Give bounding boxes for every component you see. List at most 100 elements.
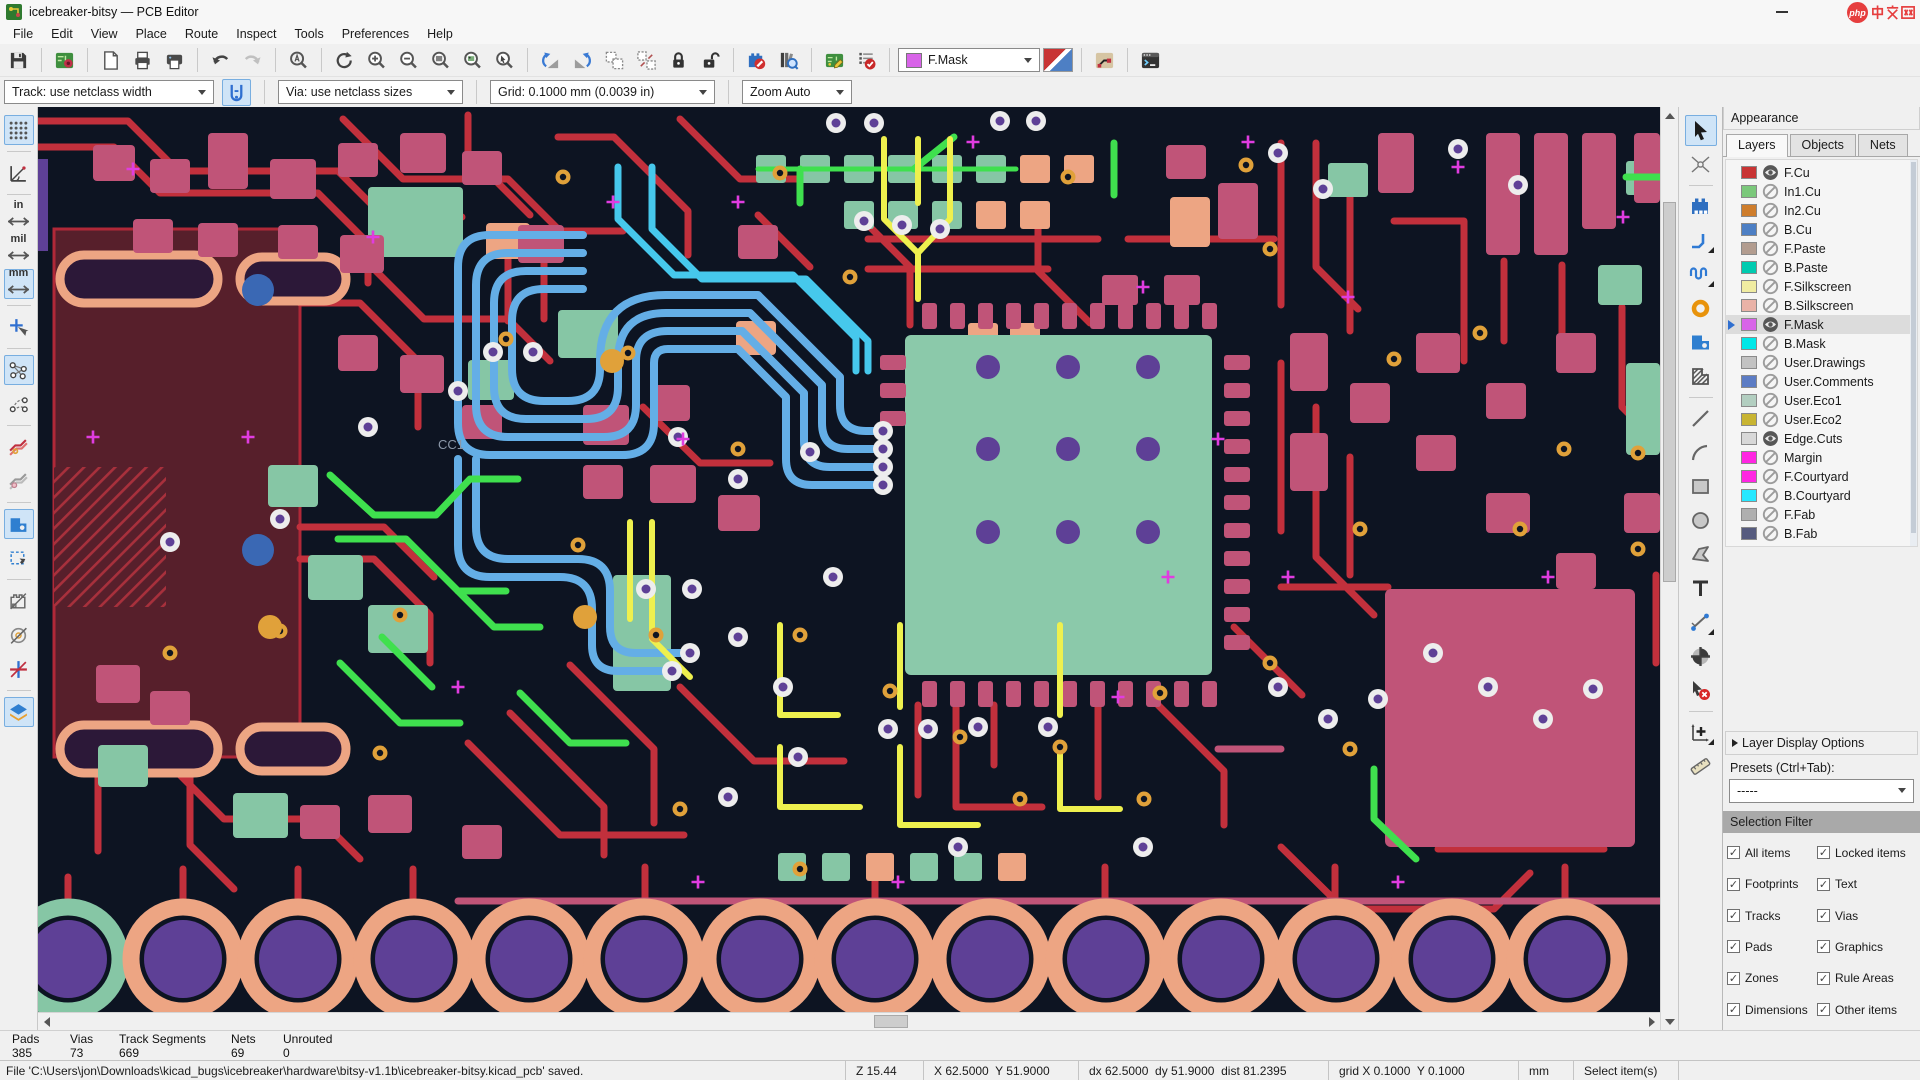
layer-color-swatch[interactable]	[1741, 451, 1757, 464]
route-tracks-tool-button[interactable]	[1685, 225, 1717, 256]
unlock-button[interactable]	[696, 47, 725, 74]
layer-color-swatch[interactable]	[1741, 223, 1757, 236]
layer-color-swatch[interactable]	[1741, 375, 1757, 388]
layer-color-swatch[interactable]	[1741, 413, 1757, 426]
layer-color-swatch[interactable]	[1741, 508, 1757, 521]
filter-checkbox-tracks[interactable]: ✓	[1727, 909, 1740, 923]
visibility-off-icon[interactable]	[1762, 297, 1779, 314]
crosshair-cursor-button[interactable]	[4, 312, 34, 342]
remove-unused-pads-button[interactable]	[742, 47, 771, 74]
layer-row-b-mask[interactable]: B.Mask	[1726, 334, 1917, 353]
layer-row-user-eco2[interactable]: User.Eco2	[1726, 410, 1917, 429]
visibility-off-icon[interactable]	[1762, 221, 1779, 238]
filter-checkbox-footprints[interactable]: ✓	[1727, 877, 1740, 891]
tab-layers[interactable]: Layers	[1726, 134, 1788, 157]
layer-list-scrollbar[interactable]	[1910, 160, 1917, 546]
layer-color-swatch[interactable]	[1741, 166, 1757, 179]
drill-origin-tool-button[interactable]	[1685, 641, 1717, 672]
active-layer-select[interactable]: F.Mask	[898, 48, 1040, 72]
library-browser-button[interactable]	[774, 47, 803, 74]
zoom-to-selection-button[interactable]	[490, 47, 519, 74]
menu-edit[interactable]: Edit	[42, 25, 82, 43]
visibility-off-icon[interactable]	[1762, 525, 1779, 542]
filter-checkbox-text[interactable]: ✓	[1817, 877, 1830, 891]
draw-circle-tool-button[interactable]	[1685, 505, 1717, 536]
tune-length-tool-button[interactable]	[1685, 259, 1717, 290]
delete-tool-button[interactable]	[1685, 675, 1717, 706]
visibility-off-icon[interactable]	[1762, 373, 1779, 390]
layer-display-options[interactable]: Layer Display Options	[1725, 730, 1918, 755]
layer-color-swatch[interactable]	[1741, 356, 1757, 369]
visibility-on-icon[interactable]	[1762, 430, 1779, 447]
group-button[interactable]	[600, 47, 629, 74]
units-mm-button[interactable]: mm	[3, 267, 34, 299]
filter-checkbox-dimensions[interactable]: ✓	[1727, 1003, 1740, 1017]
layer-row-user-drawings[interactable]: User.Drawings	[1726, 353, 1917, 372]
draw-rectangle-tool-button[interactable]	[1685, 471, 1717, 502]
layer-row-b-courtyard[interactable]: B.Courtyard	[1726, 486, 1917, 505]
show-ratsnest-button[interactable]	[3, 355, 34, 385]
filter-checkbox-graphics[interactable]: ✓	[1817, 940, 1830, 954]
sketch-pads-button[interactable]	[4, 620, 34, 650]
grid-toggle-button[interactable]	[3, 115, 34, 145]
layer-row-b-fab[interactable]: B.Fab	[1726, 524, 1917, 543]
layer-row-margin[interactable]: Margin	[1726, 448, 1917, 467]
layer-row-b-silkscreen[interactable]: B.Silkscreen	[1726, 296, 1917, 315]
layer-color-swatch[interactable]	[1741, 470, 1757, 483]
scroll-right-arrow[interactable]	[1643, 1013, 1660, 1030]
visibility-off-icon[interactable]	[1762, 335, 1779, 352]
vertical-scrollbar[interactable]	[1660, 107, 1678, 1030]
layer-color-swatch[interactable]	[1741, 204, 1757, 217]
visibility-off-icon[interactable]	[1762, 487, 1779, 504]
filter-checkbox-locked-items[interactable]: ✓	[1817, 846, 1830, 860]
visibility-off-icon[interactable]	[1762, 392, 1779, 409]
tab-objects[interactable]: Objects	[1789, 134, 1856, 156]
polar-coordinates-button[interactable]	[4, 158, 34, 188]
save-button[interactable]	[4, 47, 33, 74]
sketch-vias-button[interactable]	[4, 654, 34, 684]
draw-polygon-tool-button[interactable]	[1685, 539, 1717, 570]
add-text-tool-button[interactable]	[1685, 573, 1717, 604]
page-settings-button[interactable]	[96, 47, 125, 74]
menu-view[interactable]: View	[82, 25, 127, 43]
layer-row-in1-cu[interactable]: In1.Cu	[1726, 182, 1917, 201]
scroll-left-arrow[interactable]	[38, 1013, 55, 1030]
select-tool-button[interactable]	[1684, 115, 1717, 146]
sketch-tracks-button[interactable]	[4, 466, 34, 496]
find-button[interactable]	[284, 47, 313, 74]
layer-row-edge-cuts[interactable]: Edge.Cuts	[1726, 429, 1917, 448]
design-rules-check-button[interactable]	[852, 47, 881, 74]
visibility-off-icon[interactable]	[1762, 202, 1779, 219]
layer-row-in2-cu[interactable]: In2.Cu	[1726, 201, 1917, 220]
visibility-on-icon[interactable]	[1762, 316, 1779, 333]
zoom-to-objects-button[interactable]	[458, 47, 487, 74]
layer-color-swatch[interactable]	[1741, 527, 1757, 540]
zoom-out-button[interactable]	[394, 47, 423, 74]
minimize-button[interactable]	[1762, 0, 1802, 24]
sketch-footprints-button[interactable]	[4, 586, 34, 616]
layer-row-f-cu[interactable]: F.Cu	[1726, 163, 1917, 182]
filter-checkbox-all-items[interactable]: ✓	[1727, 846, 1740, 860]
visibility-off-icon[interactable]	[1762, 411, 1779, 428]
filter-checkbox-other-items[interactable]: ✓	[1817, 1003, 1830, 1017]
measure-tool-button[interactable]	[1685, 751, 1717, 782]
draw-line-tool-button[interactable]	[1685, 403, 1717, 434]
presets-select[interactable]: -----	[1729, 778, 1914, 803]
filter-checkbox-zones[interactable]: ✓	[1727, 971, 1740, 985]
zone-outline-mode-button[interactable]	[4, 543, 34, 573]
zone-fill-mode-button[interactable]	[3, 509, 34, 539]
zoom-select[interactable]: Zoom Auto	[742, 80, 852, 104]
refresh-button[interactable]	[330, 47, 359, 74]
grid-origin-tool-button[interactable]	[1685, 717, 1717, 748]
layer-row-user-eco1[interactable]: User.Eco1	[1726, 391, 1917, 410]
layer-color-swatch[interactable]	[1741, 261, 1757, 274]
visibility-off-icon[interactable]	[1762, 354, 1779, 371]
redo-button[interactable]	[238, 47, 267, 74]
layer-color-swatch[interactable]	[1741, 242, 1757, 255]
units-inches-button[interactable]: in	[4, 199, 34, 231]
layer-row-f-fab[interactable]: F.Fab	[1726, 505, 1917, 524]
layer-pair-indicator[interactable]	[1043, 48, 1073, 72]
layer-row-b-cu[interactable]: B.Cu	[1726, 220, 1917, 239]
layer-row-b-paste[interactable]: B.Paste	[1726, 258, 1917, 277]
add-filled-zone-tool-button[interactable]	[1685, 327, 1717, 358]
